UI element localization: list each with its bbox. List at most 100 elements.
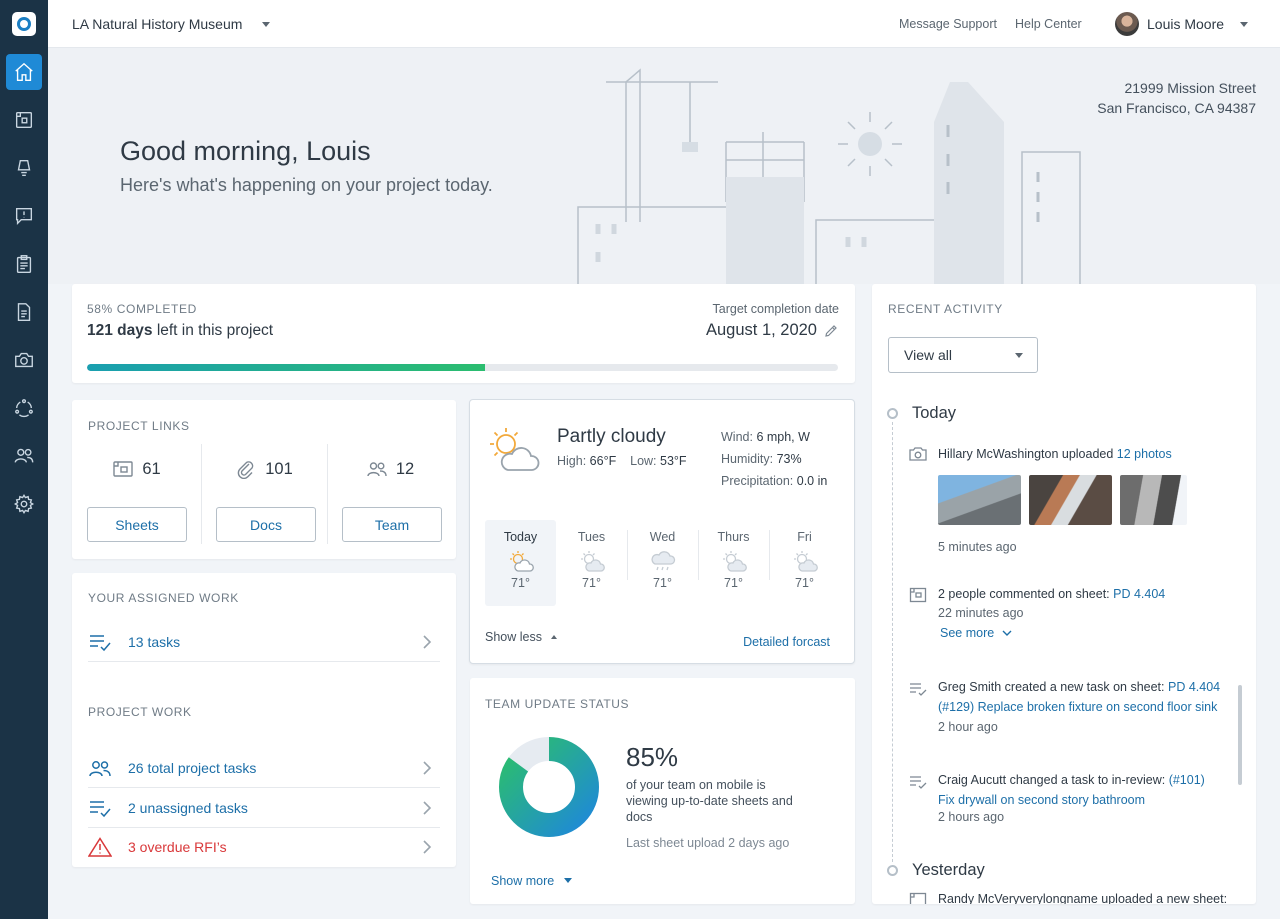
weather-card: Partly cloudy High: 66°F Low: 53°F Wind:… <box>469 399 855 664</box>
sheet-link[interactable]: PD 4.404 <box>1113 587 1165 601</box>
team-nav-item[interactable] <box>6 438 42 474</box>
task-list-icon <box>910 776 927 789</box>
activity-filter-value: View all <box>904 347 952 363</box>
unassigned-tasks-link[interactable]: 2 unassigned tasks <box>128 800 422 816</box>
task-title-link[interactable]: Fix drywall on second story bathroom <box>938 793 1145 807</box>
chevron-down-icon[interactable] <box>1240 22 1248 27</box>
task-link[interactable]: (#101) <box>1169 773 1205 787</box>
sidebar <box>0 0 48 919</box>
completion-percent: 58% COMPLETED <box>87 302 197 316</box>
chevron-right-icon <box>423 840 432 854</box>
network-nav-item[interactable] <box>6 390 42 426</box>
settings-nav-item[interactable] <box>6 486 42 522</box>
see-more-toggle[interactable]: See more <box>940 626 1012 640</box>
high-low: High: 66°F Low: 53°F <box>557 454 687 468</box>
high-value: 66°F <box>589 454 617 468</box>
camera-icon <box>15 352 33 368</box>
weather-condition: Partly cloudy <box>557 426 666 447</box>
message-support-link[interactable]: Message Support <box>899 17 997 31</box>
clipboard-nav-item[interactable] <box>6 246 42 282</box>
partly-cloudy-icon <box>509 551 534 572</box>
avatar[interactable] <box>1115 12 1139 36</box>
photo-thumbnail[interactable] <box>1120 475 1187 525</box>
team-status-description: of your team on mobile is viewing up-to-… <box>626 778 793 824</box>
recent-activity-heading: RECENT ACTIVITY <box>888 302 1003 316</box>
user-menu[interactable]: Louis Moore <box>1147 16 1224 32</box>
app-logo[interactable] <box>12 12 36 36</box>
target-date: August 1, 2020 <box>705 321 817 339</box>
caret-down-icon <box>563 878 572 883</box>
hero-banner: Good morning, Louis Here's what's happen… <box>48 48 1280 284</box>
total-tasks-link[interactable]: 26 total project tasks <box>128 760 422 776</box>
work-card: YOUR ASSIGNED WORK 13 tasks PROJECT WORK… <box>72 573 456 867</box>
activity-text: Hillary McWashington uploaded 12 photos <box>938 444 1238 464</box>
recent-activity-card: RECENT ACTIVITY View all Today Hillary M… <box>872 284 1256 904</box>
team-count-value: 12 <box>395 459 415 478</box>
home-icon <box>15 62 33 81</box>
show-less-label: Show less <box>485 630 542 644</box>
task-list-icon <box>910 683 927 696</box>
sheets-button[interactable]: Sheets <box>87 507 187 542</box>
team-count: 12 <box>328 459 452 479</box>
greeting-heading: Good morning, Louis <box>120 136 371 166</box>
tasks-nav-item[interactable] <box>6 150 42 186</box>
help-center-link[interactable]: Help Center <box>1015 17 1082 31</box>
low-label: Low: <box>630 454 657 468</box>
assigned-tasks-row[interactable]: 13 tasks <box>88 622 440 662</box>
humidity-value: 73% <box>776 452 802 466</box>
overdue-rfis-link[interactable]: 3 overdue RFI’s <box>128 839 422 855</box>
docs-button[interactable]: Docs <box>216 507 316 542</box>
sheets-link-group: 61 Sheets <box>74 444 199 544</box>
rfi-nav-item[interactable] <box>6 198 42 234</box>
docs-nav-item[interactable] <box>6 294 42 330</box>
team-status-card: TEAM UPDATE STATUS 85% of your team on m… <box>470 678 855 904</box>
forecast-day-name: Today <box>503 530 538 544</box>
activity-filter-select[interactable]: View all <box>888 337 1038 373</box>
show-more-label: Show more <box>491 874 555 888</box>
chevron-down-icon <box>1002 630 1012 636</box>
team-button[interactable]: Team <box>342 507 442 542</box>
docs-count: 101 <box>202 459 326 479</box>
project-address: 21999 Mission Street San Francisco, CA 9… <box>1097 78 1256 118</box>
photos-nav-item[interactable] <box>6 342 42 378</box>
show-more-toggle[interactable]: Show more <box>491 874 572 888</box>
sheet-link[interactable]: PD 4.404 <box>1168 680 1220 694</box>
clipboard-icon <box>16 255 32 273</box>
forecast-day-name: Fri <box>797 530 812 544</box>
task-link[interactable]: (#129) Replace broken fixture on second … <box>938 700 1217 714</box>
days-left: 121 days left in this project <box>87 322 273 340</box>
photo-thumbnail[interactable] <box>938 475 1021 525</box>
forecast-day: Today 71° <box>485 520 556 606</box>
forecast-strip: Today 71° Tues 71° Wed 71° Thurs 71° Fri… <box>485 520 840 606</box>
project-selector[interactable]: LA Natural History Museum <box>72 16 242 32</box>
tasks-icon <box>17 159 31 177</box>
photos-link[interactable]: 12 photos <box>1117 447 1172 461</box>
team-status-heading: TEAM UPDATE STATUS <box>485 697 630 711</box>
sheets-count-value: 61 <box>142 459 161 478</box>
timeline-yesterday: Yesterday <box>912 861 985 879</box>
forecast-temp: 71° <box>653 576 672 590</box>
assigned-tasks-link[interactable]: 13 tasks <box>128 634 422 650</box>
high-label: High: <box>557 454 587 468</box>
settings-icon <box>13 493 35 515</box>
forecast-day: Tues 71° <box>556 520 627 606</box>
chevron-down-icon[interactable] <box>262 22 270 27</box>
show-less-toggle[interactable]: Show less <box>485 630 558 644</box>
total-tasks-row[interactable]: 26 total project tasks <box>88 748 440 788</box>
address-line-1: 21999 Mission Street <box>1124 80 1256 96</box>
humidity-label: Humidity: <box>721 452 774 466</box>
activity-scrollbar[interactable] <box>1238 685 1242 785</box>
activity-actor: Hillary McWashington uploaded <box>938 447 1117 461</box>
forecast-day: Fri 71° <box>769 520 840 606</box>
sheets-nav-item[interactable] <box>6 102 42 138</box>
team-percent: 85% <box>626 742 679 772</box>
photo-thumbnail[interactable] <box>1029 475 1112 525</box>
home-nav-item[interactable] <box>6 54 42 90</box>
overdue-rfis-row[interactable]: 3 overdue RFI’s <box>88 827 440 867</box>
unassigned-tasks-row[interactable]: 2 unassigned tasks <box>88 788 440 828</box>
chevron-down-icon <box>1015 353 1023 358</box>
pencil-icon[interactable] <box>824 324 838 338</box>
partly-cloudy-icon <box>490 428 540 471</box>
detailed-forecast-link[interactable]: Detailed forcast <box>743 635 830 649</box>
topbar: LA Natural History Museum Message Suppor… <box>48 0 1280 48</box>
